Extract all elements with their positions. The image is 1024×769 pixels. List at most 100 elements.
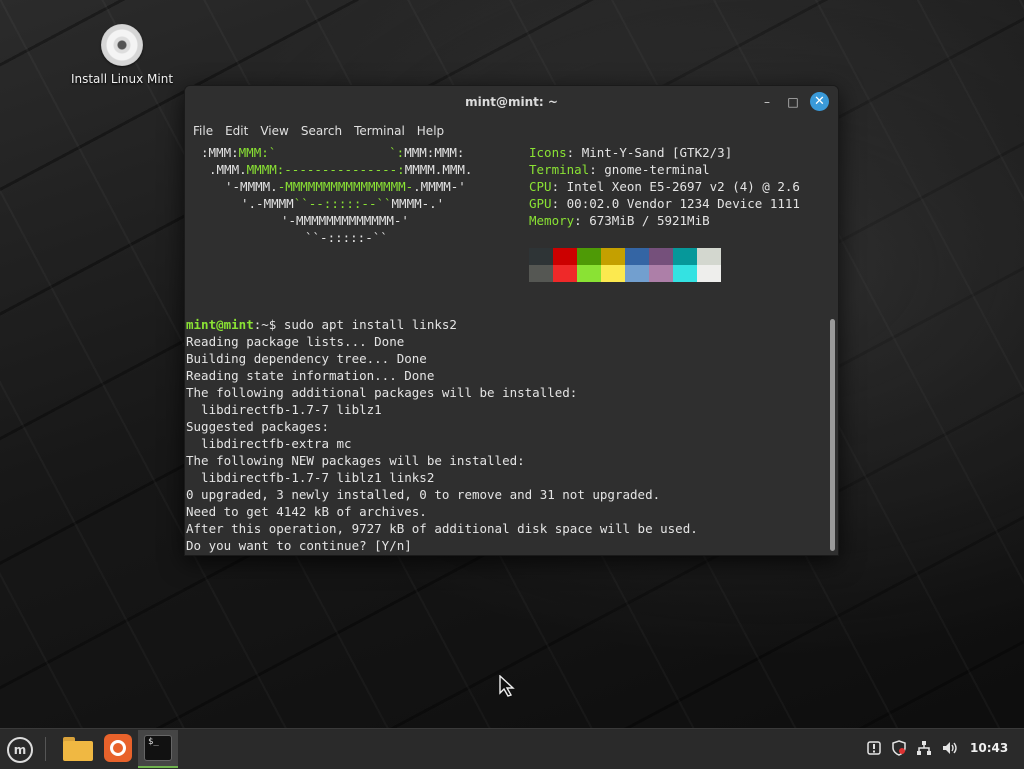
firefox-icon[interactable] xyxy=(104,734,132,762)
info-value: 673MiB / 5921MiB xyxy=(589,213,710,228)
palette-swatch xyxy=(649,248,673,265)
taskbar-terminal[interactable]: $_ xyxy=(138,730,178,768)
menu-help[interactable]: Help xyxy=(411,118,450,144)
color-palette xyxy=(529,248,721,282)
network-icon[interactable] xyxy=(916,740,932,760)
desktop-icon-install-linux-mint[interactable]: Install Linux Mint xyxy=(60,24,184,86)
mint-logo-icon[interactable]: m xyxy=(7,737,33,763)
ascii-art-segment: :MMM: xyxy=(201,145,239,160)
clock[interactable]: 10:43 xyxy=(970,741,1008,755)
info-value: gnome-terminal xyxy=(604,162,710,177)
output-line: The following NEW packages will be insta… xyxy=(186,453,525,468)
palette-swatch xyxy=(529,248,553,265)
palette-swatch xyxy=(577,248,601,265)
output-line: Suggested packages: xyxy=(186,419,329,434)
info-key: Memory xyxy=(529,213,575,228)
output-line: Reading package lists... Done xyxy=(186,334,405,349)
scrollbar[interactable] xyxy=(830,319,835,551)
ascii-art-line: '-MMMMMMMMMMMMM-' xyxy=(281,212,409,229)
palette-swatch xyxy=(553,265,577,282)
taskbar-separator xyxy=(45,737,46,761)
output-line: libdirectfb-1.7-7 liblz1 links2 xyxy=(186,470,435,485)
menu-search[interactable]: Search xyxy=(295,118,348,144)
prompt-path: :~$ xyxy=(253,317,284,332)
menu-terminal[interactable]: Terminal xyxy=(348,118,411,144)
minimize-button[interactable]: – xyxy=(757,92,777,112)
info-line: CPU: Intel Xeon E5-2697 v2 (4) @ 2.6 xyxy=(529,179,800,194)
info-value: Mint-Y-Sand [GTK2/3] xyxy=(581,145,733,160)
ascii-art-line: '-MMMM.-MMMMMMMMMMMMMMMM-.MMMM-' xyxy=(225,178,466,195)
terminal-icon: $_ xyxy=(144,735,172,761)
update-manager-icon[interactable] xyxy=(866,740,882,760)
ascii-art-segment: '.-MMMM xyxy=(241,196,294,211)
info-line: GPU: 00:02.0 Vendor 1234 Device 1111 xyxy=(529,196,800,211)
desktop-icon-label: Install Linux Mint xyxy=(70,72,174,86)
info-key: GPU xyxy=(529,196,552,211)
info-line: Icons: Mint-Y-Sand [GTK2/3] xyxy=(529,145,733,160)
output-line: Do you want to continue? [Y/n] xyxy=(186,538,412,553)
output-line: Reading state information... Done xyxy=(186,368,435,383)
ascii-art-segment: -MMMMMMMMMMMMMMMM- xyxy=(277,179,414,194)
command-text: sudo apt install links2 xyxy=(283,317,457,332)
ascii-art-segment: ``--:::::--`` xyxy=(293,196,392,211)
ascii-art-segment: MMMM.MMM. xyxy=(404,162,473,177)
command-line: mint@mint:~$ sudo apt install links2 xyxy=(186,316,457,333)
palette-swatch xyxy=(601,248,625,265)
palette-swatch xyxy=(625,248,649,265)
palette-swatch xyxy=(697,265,721,282)
title-bar[interactable]: mint@mint: ~ – □ ✕ xyxy=(185,86,838,118)
menu-file[interactable]: File xyxy=(187,118,219,144)
window-title: mint@mint: ~ xyxy=(465,95,558,109)
info-value: 00:02.0 Vendor 1234 Device 1111 xyxy=(566,196,800,211)
palette-swatch xyxy=(649,265,673,282)
volume-icon[interactable] xyxy=(941,740,959,760)
output-line: libdirectfb-extra mc xyxy=(186,436,352,451)
menu-edit[interactable]: Edit xyxy=(219,118,254,144)
mouse-cursor-icon xyxy=(499,674,517,701)
ascii-art-segment: MMMM-.' xyxy=(391,196,445,211)
ascii-art-segment: .MMM. xyxy=(209,162,247,177)
output-line: After this operation, 9727 kB of additio… xyxy=(186,521,698,536)
output-line: Need to get 4142 kB of archives. xyxy=(186,504,427,519)
terminal-output[interactable]: :MMM:MMM:` `:MMM:MMM: .MMM.MMMM:---------… xyxy=(185,144,838,555)
terminal-window[interactable]: mint@mint: ~ – □ ✕ File Edit View Search… xyxy=(184,85,839,556)
menu-view[interactable]: View xyxy=(254,118,294,144)
ascii-art-line: ``-:::::-`` xyxy=(305,229,388,246)
ascii-art-line: .MMM.MMMM:---------------:MMMM.MMM. xyxy=(209,161,472,178)
palette-swatch xyxy=(673,265,697,282)
output-line: Building dependency tree... Done xyxy=(186,351,427,366)
output-line: 0 upgraded, 3 newly installed, 0 to remo… xyxy=(186,487,661,502)
info-key: Terminal xyxy=(529,162,590,177)
info-key: Icons xyxy=(529,145,567,160)
maximize-button[interactable]: □ xyxy=(783,92,803,112)
palette-swatch xyxy=(529,265,553,282)
ascii-art-line: '.-MMMM``--:::::--``MMMM-.' xyxy=(241,195,444,212)
ascii-art-segment: '-MMMM. xyxy=(225,179,278,194)
palette-swatch xyxy=(673,248,697,265)
info-line: Memory: 673MiB / 5921MiB xyxy=(529,213,710,228)
palette-swatch xyxy=(577,265,601,282)
disc-icon xyxy=(101,24,143,66)
menu-bar: File Edit View Search Terminal Help xyxy=(185,118,838,144)
folder-icon[interactable] xyxy=(63,737,93,761)
ascii-art-segment: MMM:` `: xyxy=(238,145,405,160)
palette-swatch xyxy=(601,265,625,282)
ascii-art-line: :MMM:MMM:` `:MMM:MMM: xyxy=(201,144,464,161)
ascii-art-segment: MMM:MMM: xyxy=(404,145,465,160)
palette-swatch xyxy=(625,265,649,282)
ascii-art-segment: .MMMM-' xyxy=(413,179,466,194)
info-value: Intel Xeon E5-2697 v2 (4) @ 2.6 xyxy=(566,179,800,194)
palette-swatch xyxy=(553,248,577,265)
info-key: CPU xyxy=(529,179,552,194)
close-button[interactable]: ✕ xyxy=(810,92,829,111)
ascii-art-segment: '-MMMMMMMMMMMMM-' xyxy=(281,213,409,228)
info-line: Terminal: gnome-terminal xyxy=(529,162,710,177)
output-line: libdirectfb-1.7-7 liblz1 xyxy=(186,402,382,417)
prompt-user: mint@mint xyxy=(186,317,254,332)
palette-swatch xyxy=(697,248,721,265)
ascii-art-segment: ``-:::::-`` xyxy=(305,230,388,245)
shield-icon[interactable] xyxy=(891,740,907,760)
taskbar: m $_ 10:43 xyxy=(0,728,1024,769)
ascii-art-segment: MMMM:---------------: xyxy=(246,162,405,177)
output-line: The following additional packages will b… xyxy=(186,385,578,400)
